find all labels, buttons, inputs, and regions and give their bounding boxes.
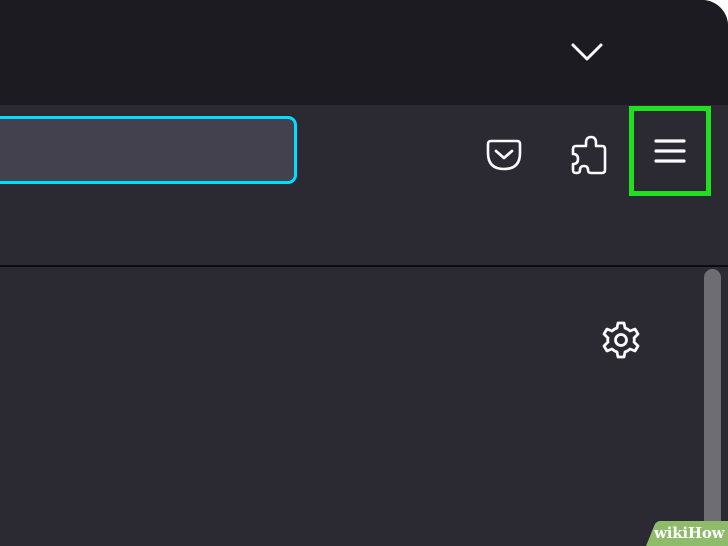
page-content [0,267,728,546]
customize-settings-button[interactable] [597,316,645,364]
tab-strip [0,0,728,105]
open-application-menu-button[interactable] [629,106,711,196]
extensions-button[interactable] [559,125,619,185]
navigation-toolbar [0,105,728,267]
scrollbar-thumb[interactable] [704,269,721,546]
save-to-pocket-button[interactable] [476,127,532,183]
screenshot-stage: wikiHow [0,0,728,546]
watermark-wiki: wiki [654,524,688,542]
chevron-down-icon [571,43,603,61]
gear-icon [602,321,640,359]
list-all-tabs-button[interactable] [562,30,612,74]
puzzle-icon [571,135,607,175]
pocket-icon [486,139,522,171]
hamburger-menu-icon [654,139,686,163]
browser-window [0,0,728,546]
watermark-logo: wikiHow [654,524,725,546]
url-bar-input[interactable] [0,116,297,184]
watermark-how: How [687,524,725,542]
